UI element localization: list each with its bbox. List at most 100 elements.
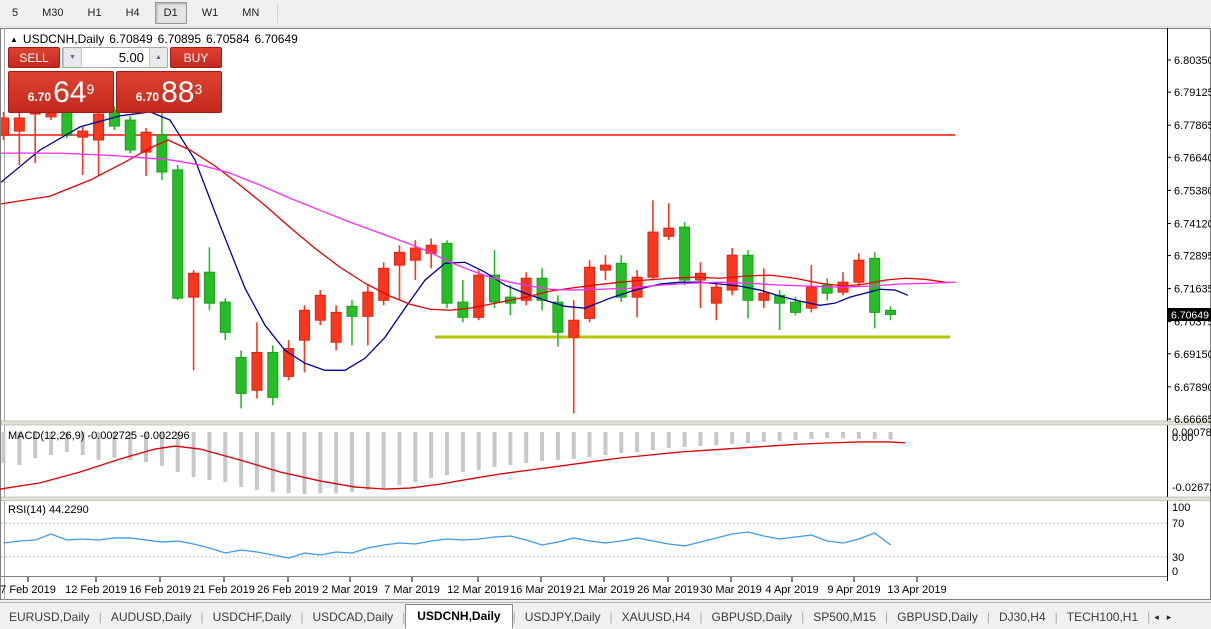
candle-body [45, 112, 57, 118]
candle-body [536, 277, 548, 301]
candle-body [568, 319, 580, 338]
candle-body [552, 301, 564, 333]
buy-price-big: 88 [161, 76, 195, 109]
time-axis-label: 21 Mar 2019 [573, 584, 635, 596]
chart-tab-dj30-h4[interactable]: DJ30,H4 [990, 606, 1055, 629]
price-axis-label: 6.76640 [1174, 152, 1211, 164]
price-axis-label: 6.74120 [1174, 218, 1211, 230]
candle-body [1, 117, 9, 136]
sell-price-big: 64 [53, 76, 87, 109]
candle-body [203, 271, 215, 304]
sell-price-prefix: 6.70 [27, 90, 52, 104]
timeframe-button-h1[interactable]: H1 [79, 2, 111, 24]
candle-body [267, 351, 279, 398]
volume-increase-icon[interactable]: ▲ [149, 48, 167, 67]
candle-body [235, 356, 247, 394]
candle-body [13, 117, 25, 132]
chart-tab-tech100-h1[interactable]: TECH100,H1 [1058, 606, 1147, 629]
macd-label: MACD(12,26,9) -0.002725 -0.002296 [8, 430, 190, 442]
candle-body [61, 111, 73, 136]
chart-tab-xauusd-h4[interactable]: XAUUSD,H4 [613, 606, 700, 629]
chart-tab-usdchf-daily[interactable]: USDCHF,Daily [204, 606, 301, 629]
timeframe-button-w1[interactable]: W1 [193, 2, 228, 24]
candle-body [742, 254, 754, 301]
rsi-axis-label: 30 [1172, 552, 1184, 564]
chart-tab-usdcad-daily[interactable]: USDCAD,Daily [303, 606, 402, 629]
chart-tab-gbpusd-daily[interactable]: GBPUSD,Daily [702, 606, 801, 629]
chart-tabbar: EURUSD,Daily | AUDUSD,Daily | USDCHF,Daily | U… [0, 602, 1211, 629]
candle-body [298, 309, 310, 341]
candle-body [584, 266, 596, 319]
pane-divider[interactable] [0, 420, 1211, 426]
candle-body [409, 247, 421, 261]
volume-input[interactable] [82, 48, 149, 67]
buy-button[interactable]: BUY [170, 47, 222, 68]
chart-close-value: 6.70649 [254, 32, 298, 46]
chart-tab-usdjpy-daily[interactable]: USDJPY,Daily [516, 606, 610, 629]
candle-body [853, 259, 865, 283]
candle-body [615, 262, 627, 298]
time-axis-label: 4 Apr 2019 [765, 584, 818, 596]
rsi-axis-label: 70 [1172, 518, 1184, 530]
sell-price-sup: 9 [86, 81, 95, 97]
rsi-axis-label: 0 [1172, 566, 1178, 578]
timeframe-toolbar: 5 M30 H1 H4 D1 W1 MN [0, 0, 1211, 27]
volume-stepper: ▼ ▲ [62, 47, 168, 68]
candle-body [330, 311, 342, 343]
time-axis-label: 2 Mar 2019 [322, 584, 378, 596]
chart-tab-gbpusd-daily[interactable]: GBPUSD,Daily [888, 606, 987, 629]
candle-body [77, 130, 89, 138]
volume-decrease-icon[interactable]: ▼ [63, 48, 82, 67]
timeframe-button-h4[interactable]: H4 [117, 2, 149, 24]
tab-scroll-left-icon[interactable]: ◂ [1150, 606, 1163, 629]
one-click-trade-panel: SELL ▼ ▲ BUY 6.70 64 9 6.70 88 3 [8, 47, 222, 113]
candle-body [599, 264, 611, 271]
timeframe-button-d1[interactable]: D1 [154, 2, 187, 24]
chart-tab-eurusd-daily[interactable]: EURUSD,Daily [0, 606, 99, 629]
collapse-panel-icon[interactable]: ▲ [10, 35, 18, 44]
chart-tab-sp500-m15[interactable]: SP500,M15 [804, 606, 885, 629]
rsi-label: RSI(14) 44.2290 [8, 504, 89, 516]
time-axis-label: 9 Apr 2019 [827, 584, 880, 596]
sell-price-button[interactable]: 6.70 64 9 [8, 71, 114, 113]
timeframe-button-m30[interactable]: M30 [33, 2, 72, 24]
candle-body [425, 244, 437, 254]
time-axis-label: 21 Feb 2019 [193, 584, 255, 596]
price-axis-label: 6.67890 [1174, 382, 1211, 394]
candle-body [188, 272, 200, 298]
macd-axis-zero: 0.00 [1172, 432, 1193, 444]
candle-body [251, 351, 263, 391]
tab-scroll-right-icon[interactable]: ▸ [1163, 606, 1176, 629]
price-axis-label: 6.80350 [1174, 55, 1211, 67]
candle-body [805, 286, 817, 309]
current-price-value: 6.70649 [1171, 309, 1209, 321]
time-axis-label: 30 Mar 2019 [700, 584, 762, 596]
time-axis-label: 7 Feb 2019 [0, 584, 56, 596]
buy-price-button[interactable]: 6.70 88 3 [116, 71, 222, 113]
timeframe-button-mn[interactable]: MN [233, 2, 268, 24]
buy-price-sup: 3 [194, 81, 203, 97]
pane-divider[interactable] [0, 496, 1211, 501]
candle-body [710, 286, 722, 304]
rsi-axis-label: 100 [1172, 502, 1190, 514]
buy-price-prefix: 6.70 [135, 90, 160, 104]
sell-button[interactable]: SELL [8, 47, 60, 68]
chart-tab-usdcnh-daily[interactable]: USDCNH,Daily [405, 604, 513, 629]
toolbar-separator [277, 3, 279, 23]
macd-axis-bottom: -0.026721 [1172, 482, 1211, 494]
candle-body [885, 309, 897, 315]
candle-body [346, 305, 358, 317]
chart-symbol-label: USDCNH,Daily [22, 32, 105, 46]
price-axis-label: 6.75380 [1174, 185, 1211, 197]
price-axis-label: 6.71635 [1174, 284, 1211, 296]
time-axis-label: 13 Apr 2019 [887, 584, 946, 596]
chart-title: ▲ USDCNH,Daily 6.70849 6.70895 6.70584 6… [10, 32, 298, 46]
candle-body [473, 274, 485, 318]
price-axis-label: 6.69150 [1174, 349, 1211, 361]
chart-tab-audusd-daily[interactable]: AUDUSD,Daily [102, 606, 201, 629]
candle-body [790, 301, 801, 313]
timeframe-button-5[interactable]: 5 [3, 2, 27, 24]
price-axis-label: 6.72895 [1174, 251, 1211, 263]
chart-low-value: 6.70584 [206, 32, 250, 46]
candle-body [362, 291, 374, 317]
